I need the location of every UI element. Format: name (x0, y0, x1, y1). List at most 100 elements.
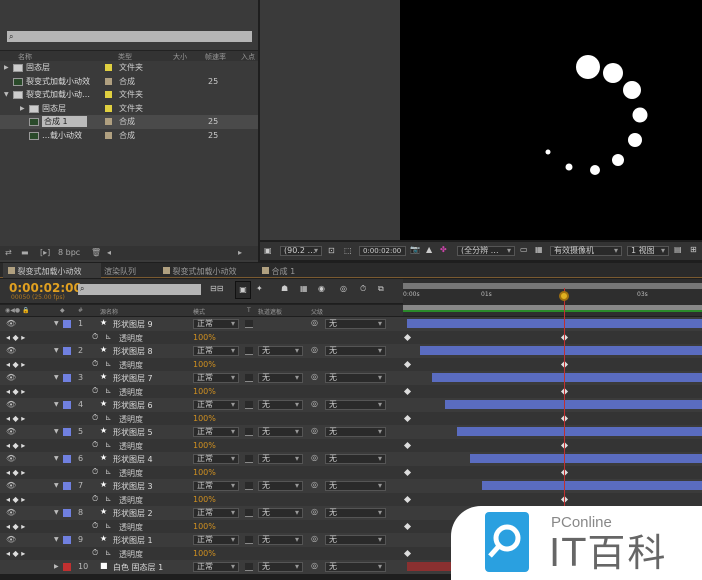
parent-dropdown[interactable]: 无 (325, 508, 386, 518)
track-matte-dropdown[interactable]: 无 (258, 535, 303, 545)
parent-dropdown[interactable]: 无 (325, 454, 386, 464)
visibility-eye-icon[interactable]: 👁 (6, 427, 16, 436)
parent-dropdown[interactable]: 无 (325, 562, 386, 572)
property-value[interactable]: 100% (193, 333, 216, 342)
stopwatch-icon[interactable]: ⏱ (92, 440, 98, 450)
label-color[interactable] (63, 374, 71, 382)
keyframe-nav-icon[interactable]: ◂ ◆ ▸ (6, 522, 25, 531)
visibility-eye-icon[interactable]: 👁 (6, 454, 16, 463)
track-matte-dropdown[interactable]: 无 (258, 508, 303, 518)
keyframe[interactable] (403, 495, 412, 503)
stopwatch-icon[interactable]: ⏱ (92, 494, 98, 504)
viewer-timecode[interactable]: 0:00:02:00 (359, 246, 406, 256)
shy-icon[interactable]: ☗ (281, 284, 288, 293)
time-ruler[interactable]: 0:00s 01s 03s (403, 279, 702, 316)
layer-name[interactable]: 形状图层 5 (113, 427, 153, 438)
layer-name[interactable]: 形状图层 1 (113, 535, 153, 546)
track-matte-dropdown[interactable]: 无 (258, 481, 303, 491)
layer-duration-bar[interactable] (482, 481, 702, 490)
keyframe[interactable] (403, 468, 412, 476)
property-value[interactable]: 100% (193, 387, 216, 396)
col-mode[interactable]: 模式 (193, 307, 205, 316)
stopwatch-icon[interactable]: ⏱ (92, 413, 98, 423)
label-color[interactable] (63, 509, 71, 517)
track-matte-dropdown[interactable]: 无 (258, 373, 303, 383)
keyframe-nav-icon[interactable]: ◂ ◆ ▸ (6, 333, 25, 342)
layer-row[interactable]: 👁 ▼ 2 ★ 形状图层 8 正常 无 ◎ 无 (0, 344, 702, 358)
visibility-eye-icon[interactable]: 👁 (6, 373, 16, 382)
parent-dropdown[interactable]: 无 (325, 319, 386, 329)
comp-mini-flowchart-icon[interactable]: ⊟⊟ (210, 284, 223, 293)
time-navigator[interactable] (403, 305, 702, 312)
visibility-eye-icon[interactable]: 👁 (6, 535, 16, 544)
motion-blur-icon[interactable]: ◉ (318, 284, 325, 293)
keyframe[interactable] (403, 441, 412, 449)
work-area-bar[interactable] (403, 283, 702, 289)
auto-keyframe-icon[interactable]: ⏱ (360, 284, 366, 294)
visibility-eye-icon[interactable]: 👁 (6, 400, 16, 409)
keyframe[interactable] (403, 522, 412, 530)
expand-arrow-icon[interactable]: ▼ (54, 509, 59, 516)
property-row[interactable]: ◂ ◆ ▸ ⏱ ⊾ 透明度 100% (0, 411, 702, 425)
blend-mode-dropdown[interactable]: 正常 (193, 427, 239, 437)
layer-row[interactable]: 👁 ▼ 6 ★ 形状图层 4 正常 无 ◎ 无 (0, 452, 702, 466)
property-value[interactable]: 100% (193, 360, 216, 369)
layer-duration-bar[interactable] (419, 346, 702, 355)
preserve-transparency-checkbox[interactable] (245, 347, 253, 355)
layer-name[interactable]: 白色 固态层 1 (113, 562, 163, 573)
pickwhip-icon[interactable]: ◎ (311, 480, 318, 489)
stopwatch-icon[interactable]: ⏱ (92, 467, 98, 477)
project-item[interactable]: 裂变式加载小动效 合成 25 (0, 75, 258, 89)
property-row[interactable]: ◂ ◆ ▸ ⏱ ⊾ 透明度 100% (0, 384, 702, 398)
blend-mode-dropdown[interactable]: 正常 (193, 562, 239, 572)
keyframe[interactable] (403, 360, 412, 368)
layer-name[interactable]: 形状图层 8 (113, 346, 153, 357)
keyframe[interactable] (403, 549, 412, 557)
item-name[interactable]: 合成 1 (42, 116, 87, 128)
parent-dropdown[interactable]: 无 (325, 427, 386, 437)
item-name[interactable]: 固态层 (26, 62, 50, 73)
item-name[interactable]: 固态层 (42, 103, 66, 114)
visibility-eye-icon[interactable]: 👁 (6, 319, 16, 328)
property-value[interactable]: 100% (193, 522, 216, 531)
label-color[interactable] (63, 455, 71, 463)
blend-mode-dropdown[interactable]: 正常 (193, 481, 239, 491)
expand-arrow-icon[interactable]: ▼ (54, 401, 59, 408)
parent-dropdown[interactable]: 无 (325, 400, 386, 410)
layer-row[interactable]: 👁 ▼ 3 ★ 形状图层 7 正常 无 ◎ 无 (0, 371, 702, 385)
project-item[interactable]: ▶ 固态层 文件夹 (0, 61, 258, 75)
item-name[interactable]: 裂变式加载小动效 (26, 76, 90, 87)
item-name[interactable]: 裂变式加载小动… (26, 89, 90, 100)
brainstorm-icon[interactable]: ◎ (340, 284, 347, 293)
label-color[interactable] (63, 320, 71, 328)
expand-arrow-icon[interactable]: ▼ (54, 455, 59, 462)
parent-dropdown[interactable]: 无 (325, 346, 386, 356)
timeline-search-input[interactable]: ⌕ (78, 284, 201, 295)
new-comp-icon[interactable]: [▸] (40, 248, 50, 257)
project-item[interactable]: ▶ 固态层 文件夹 (0, 102, 258, 116)
keyframe-nav-icon[interactable]: ◂ ◆ ▸ (6, 360, 25, 369)
pickwhip-icon[interactable]: ◎ (311, 426, 318, 435)
expand-arrow-icon[interactable]: ▼ (54, 320, 59, 327)
bpc-label[interactable]: 8 bpc (58, 248, 80, 257)
expand-arrow-icon[interactable]: ▼ (54, 536, 59, 543)
new-folder-icon[interactable]: ▬ (21, 248, 29, 257)
project-search-input[interactable]: ⌕ (7, 31, 252, 42)
frame-blending-icon[interactable]: ▦ (300, 284, 308, 293)
fast-preview-icon[interactable]: ⊞ (690, 245, 697, 254)
parent-dropdown[interactable]: 无 (325, 481, 386, 491)
region-icon[interactable]: ▭ (520, 245, 528, 254)
playhead-marker-icon[interactable] (559, 291, 569, 301)
safe-zones-icon[interactable]: ⊡ (328, 246, 335, 255)
property-row[interactable]: ◂ ◆ ▸ ⏱ ⊾ 透明度 100% (0, 465, 702, 479)
track-matte-dropdown[interactable]: 无 (258, 454, 303, 464)
layer-row[interactable]: 👁 ▼ 4 ★ 形状图层 6 正常 无 ◎ 无 (0, 398, 702, 412)
layer-duration-bar[interactable] (457, 427, 702, 436)
expand-arrow-icon[interactable]: ▶ (54, 563, 59, 570)
pickwhip-icon[interactable]: ◎ (311, 318, 318, 327)
pickwhip-icon[interactable]: ◎ (311, 372, 318, 381)
preserve-transparency-checkbox[interactable] (245, 563, 253, 571)
track-matte-dropdown[interactable]: 无 (258, 562, 303, 572)
track-matte-dropdown[interactable]: 无 (258, 400, 303, 410)
stopwatch-icon[interactable]: ⏱ (92, 332, 98, 342)
